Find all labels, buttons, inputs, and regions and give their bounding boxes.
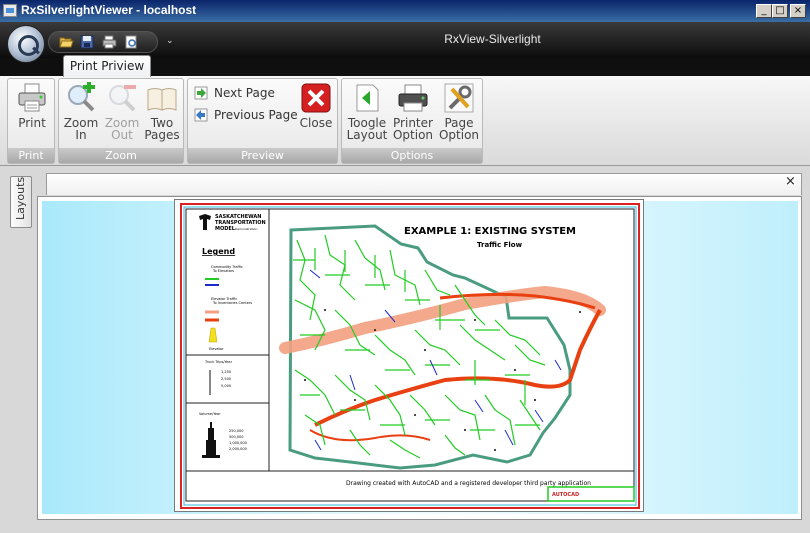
logo-shirt-icon bbox=[199, 214, 211, 230]
elevator-label: Elevator bbox=[209, 347, 224, 351]
previous-page-icon bbox=[194, 108, 208, 122]
page-option-button[interactable]: Page Option bbox=[437, 82, 481, 146]
map-region-outline bbox=[288, 224, 572, 470]
close-preview-button[interactable]: Close bbox=[294, 82, 338, 146]
printer-icon bbox=[16, 82, 48, 114]
content-area: Layouts × SASKATCHEWAN TRANSPORTATION MO… bbox=[0, 166, 810, 533]
next-page-button[interactable]: Next Page bbox=[194, 84, 284, 102]
app-window-icon bbox=[3, 4, 17, 17]
stamp-label: AUTOCAD bbox=[552, 492, 579, 498]
volume-symbol-icon bbox=[202, 422, 220, 458]
volume-label: Volume/Year bbox=[199, 412, 221, 416]
app-title: RxView-Silverlight bbox=[444, 32, 541, 46]
printer-settings-icon bbox=[397, 82, 429, 114]
org-sub: Demonstration bbox=[235, 227, 257, 231]
page-option-label-2: Option bbox=[438, 128, 480, 142]
two-pages-icon bbox=[146, 82, 178, 114]
next-page-label: Next Page bbox=[214, 86, 275, 100]
print-button-label: Print bbox=[18, 116, 46, 130]
ribbon: Print Print Zoom In Zoom Out Two Pages Z… bbox=[0, 76, 810, 166]
previous-page-label: Previous Page bbox=[214, 108, 298, 122]
drawing-footer: Drawing created with AutoCAD and a regis… bbox=[346, 480, 591, 487]
zoom-in-icon bbox=[65, 81, 97, 114]
close-window-button[interactable]: × bbox=[790, 4, 806, 18]
app-header: ⌄ RxView-Silverlight bbox=[0, 22, 810, 63]
toogle-layout-label-2: Layout bbox=[346, 128, 388, 142]
tools-icon bbox=[443, 82, 475, 114]
minimize-button[interactable]: _ bbox=[756, 4, 772, 18]
ribbon-group-preview: Next Page Previous Page Close Preview bbox=[187, 78, 338, 164]
close-preview-label: Close bbox=[299, 116, 333, 130]
app-menu-orb-icon[interactable] bbox=[7, 25, 45, 63]
drawing-title: EXAMPLE 1: EXISTING SYSTEM bbox=[404, 226, 576, 237]
tab-print-priview[interactable]: Print Priview bbox=[63, 55, 151, 77]
toggle-layout-icon bbox=[351, 82, 383, 114]
legend-elevator-2: To Inventories Centers bbox=[212, 301, 252, 305]
two-pages-button[interactable]: Two Pages bbox=[140, 82, 184, 146]
layouts-side-tab[interactable]: Layouts bbox=[10, 176, 32, 228]
maximize-button[interactable]: □ bbox=[772, 4, 788, 18]
print-button[interactable]: Print bbox=[10, 82, 54, 146]
volume-value-1: 250,000 bbox=[229, 429, 243, 433]
toogle-layout-button[interactable]: Toogle Layout bbox=[345, 82, 389, 146]
window-title-bar[interactable]: RxSilverlightViewer - localhost _ □ × bbox=[0, 0, 810, 22]
print-preview-page[interactable]: SASKATCHEWAN TRANSPORTATION MODEL Demons… bbox=[174, 199, 644, 512]
close-document-icon[interactable]: × bbox=[785, 174, 796, 189]
truck-value-3: 5,000 bbox=[221, 384, 231, 388]
window-title: RxSilverlightViewer - localhost bbox=[21, 3, 197, 17]
group-label-preview: Preview bbox=[188, 148, 337, 163]
layouts-tab-label: Layouts bbox=[14, 176, 27, 220]
zoom-in-label-2: In bbox=[75, 128, 87, 142]
truck-value-2: 2,500 bbox=[221, 377, 231, 381]
close-red-x-icon bbox=[300, 82, 332, 114]
group-label-print: Print bbox=[8, 148, 54, 163]
ribbon-group-print: Print Print bbox=[7, 78, 55, 164]
volume-value-3: 1,000,000 bbox=[229, 441, 247, 445]
legend-commodity-2: To Elevators bbox=[212, 269, 234, 273]
zoom-out-label-2: Out bbox=[111, 128, 133, 142]
zoom-in-button[interactable]: Zoom In bbox=[59, 81, 103, 146]
group-label-zoom: Zoom bbox=[59, 148, 183, 163]
printer-option-button[interactable]: Printer Option bbox=[391, 82, 435, 146]
previous-page-button[interactable]: Previous Page bbox=[194, 106, 299, 124]
volume-value-2: 500,000 bbox=[229, 435, 243, 439]
elevator-symbol-icon bbox=[208, 327, 218, 343]
zoom-out-button[interactable]: Zoom Out bbox=[100, 82, 144, 146]
document-tab[interactable] bbox=[46, 173, 802, 195]
group-label-options: Options bbox=[342, 148, 482, 163]
ribbon-group-zoom: Zoom In Zoom Out Two Pages Zoom bbox=[58, 78, 184, 164]
org-name-3: MODEL bbox=[215, 226, 236, 232]
ribbon-group-options: Toogle Layout Printer Option Page Option… bbox=[341, 78, 483, 164]
truck-value-1: 1,250 bbox=[221, 370, 231, 374]
truck-trips-label: Truck Trips/Year bbox=[204, 360, 233, 364]
preview-canvas[interactable]: SASKATCHEWAN TRANSPORTATION MODEL Demons… bbox=[37, 196, 802, 520]
zoom-out-icon bbox=[106, 82, 138, 114]
two-pages-label-2: Pages bbox=[144, 128, 180, 142]
legend-title: Legend bbox=[202, 247, 235, 256]
printer-option-label-2: Option bbox=[392, 128, 434, 142]
volume-value-4: 2,000,000 bbox=[229, 447, 247, 451]
next-page-icon bbox=[194, 86, 208, 100]
drawing-subtitle: Traffic Flow bbox=[477, 241, 523, 249]
